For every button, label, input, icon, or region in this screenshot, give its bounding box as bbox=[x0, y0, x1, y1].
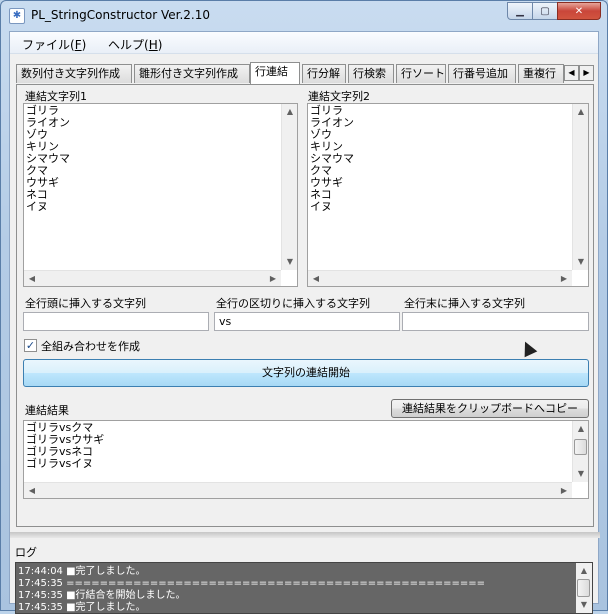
tab-template-strings[interactable]: 雛形付き文字列作成 bbox=[134, 64, 250, 83]
tab-line-split[interactable]: 行分解 bbox=[302, 64, 346, 83]
tab-duplicate-lines[interactable]: 重複行 bbox=[518, 64, 564, 83]
suffix-input[interactable] bbox=[402, 312, 589, 331]
list1-vscroll[interactable]: ▲ ▼ bbox=[281, 104, 297, 270]
menu-bar: ファイル(F) ヘルプ(H) bbox=[10, 32, 598, 54]
start-join-button[interactable]: 文字列の連結開始 bbox=[23, 359, 589, 387]
client-area: ファイル(F) ヘルプ(H) 数列付き文字列作成 雛形付き文字列作成 行連結 行… bbox=[9, 31, 600, 614]
result-hscroll[interactable]: ◀ ▶ bbox=[24, 482, 572, 498]
separator-label: 全行の区切りに挿入する文字列 bbox=[216, 297, 370, 310]
result-text: ゴリラvsクマ ゴリラvsウサギ ゴリラvsネコ ゴリラvsイヌ bbox=[26, 421, 105, 470]
scroll-left-icon[interactable]: ◀ bbox=[308, 271, 324, 286]
splitter[interactable] bbox=[10, 532, 600, 538]
log-output[interactable]: 17:44:04 ■完了しました。 17:45:35 =============… bbox=[15, 562, 593, 614]
app-icon: ✱ bbox=[9, 8, 25, 24]
scroll-down-icon[interactable]: ▼ bbox=[573, 466, 588, 482]
result-vscroll[interactable]: ▲ ▼ bbox=[572, 421, 588, 482]
join-list-2[interactable]: ゴリラ ライオン ゾウ キリン シマウマ クマ ウサギ ネコ イヌ ▲ ▼ ◀ … bbox=[307, 103, 589, 287]
separator-input[interactable]: vs bbox=[214, 312, 400, 331]
tab-scroll-right-icon[interactable]: ▶ bbox=[579, 65, 594, 81]
tab-line-join[interactable]: 行連結 bbox=[250, 62, 300, 84]
scroll-thumb[interactable] bbox=[577, 579, 590, 597]
scroll-right-icon[interactable]: ▶ bbox=[265, 271, 281, 286]
tab-line-search[interactable]: 行検索 bbox=[348, 64, 394, 83]
scroll-left-icon[interactable]: ◀ bbox=[24, 271, 40, 286]
log-vscroll[interactable]: ▲ ▼ bbox=[576, 563, 592, 613]
maximize-button[interactable]: ▢ bbox=[532, 2, 558, 20]
list1-label: 連結文字列1 bbox=[25, 90, 87, 103]
minimize-button[interactable]: ▁ bbox=[507, 2, 533, 20]
window-title: PL_StringConstructor Ver.2.10 bbox=[31, 8, 210, 22]
prefix-input[interactable] bbox=[23, 312, 209, 331]
tab-numbered-strings[interactable]: 数列付き文字列作成 bbox=[16, 64, 132, 83]
list1-text: ゴリラ ライオン ゾウ キリン シマウマ クマ ウサギ ネコ イヌ bbox=[26, 104, 70, 213]
copy-to-clipboard-button[interactable]: 連結結果をクリップボードへコピー bbox=[391, 399, 589, 418]
tab-scroll-left-icon[interactable]: ◀ bbox=[564, 65, 579, 81]
scroll-down-icon[interactable]: ▼ bbox=[282, 254, 297, 270]
tab-line-sort[interactable]: 行ソート bbox=[396, 64, 446, 83]
tab-line-number[interactable]: 行番号追加 bbox=[448, 64, 516, 83]
list2-text: ゴリラ ライオン ゾウ キリン シマウマ クマ ウサギ ネコ イヌ bbox=[310, 104, 354, 213]
result-label: 連結結果 bbox=[25, 404, 69, 417]
log-text: 17:44:04 ■完了しました。 17:45:35 =============… bbox=[18, 566, 486, 613]
title-bar[interactable]: ✱ PL_StringConstructor Ver.2.10 ▁ ▢ ✕ bbox=[1, 1, 607, 31]
scroll-up-icon[interactable]: ▲ bbox=[282, 104, 297, 120]
all-combinations-checkbox[interactable]: ✓ bbox=[24, 339, 37, 352]
scroll-up-icon[interactable]: ▲ bbox=[576, 563, 592, 579]
list1-hscroll[interactable]: ◀ ▶ bbox=[24, 270, 281, 286]
scroll-down-icon[interactable]: ▼ bbox=[573, 254, 588, 270]
log-label: ログ bbox=[15, 546, 37, 559]
menu-help[interactable]: ヘルプ(H) bbox=[108, 36, 162, 53]
scroll-left-icon[interactable]: ◀ bbox=[24, 483, 40, 498]
tab-panel-line-join: 連結文字列1 ゴリラ ライオン ゾウ キリン シマウマ クマ ウサギ ネコ イヌ… bbox=[16, 84, 594, 527]
join-list-1[interactable]: ゴリラ ライオン ゾウ キリン シマウマ クマ ウサギ ネコ イヌ ▲ ▼ ◀ … bbox=[23, 103, 298, 287]
scroll-right-icon[interactable]: ▶ bbox=[556, 271, 572, 286]
prefix-label: 全行頭に挿入する文字列 bbox=[25, 297, 146, 310]
scroll-thumb[interactable] bbox=[574, 439, 587, 455]
menu-file[interactable]: ファイル(F) bbox=[22, 36, 86, 53]
all-combinations-label: 全組み合わせを作成 bbox=[41, 340, 140, 353]
list2-vscroll[interactable]: ▲ ▼ bbox=[572, 104, 588, 270]
suffix-label: 全行末に挿入する文字列 bbox=[404, 297, 525, 310]
app-window: ✱ PL_StringConstructor Ver.2.10 ▁ ▢ ✕ ファ… bbox=[0, 0, 608, 614]
scroll-right-icon[interactable]: ▶ bbox=[556, 483, 572, 498]
list2-hscroll[interactable]: ◀ ▶ bbox=[308, 270, 572, 286]
scroll-up-icon[interactable]: ▲ bbox=[573, 421, 588, 437]
close-button[interactable]: ✕ bbox=[557, 2, 601, 20]
result-list[interactable]: ゴリラvsクマ ゴリラvsウサギ ゴリラvsネコ ゴリラvsイヌ ▲ ▼ ◀ ▶ bbox=[23, 420, 589, 499]
tab-strip: 数列付き文字列作成 雛形付き文字列作成 行連結 行分解 行検索 行ソート 行番号… bbox=[16, 62, 594, 84]
list2-label: 連結文字列2 bbox=[308, 90, 370, 103]
scroll-up-icon[interactable]: ▲ bbox=[573, 104, 588, 120]
